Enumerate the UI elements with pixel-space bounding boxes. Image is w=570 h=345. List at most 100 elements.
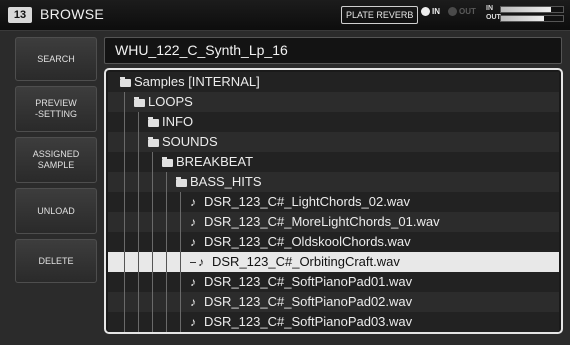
tree-guide-line (138, 272, 139, 292)
tree-item-label: DSR_123_C#_SoftPianoPad01.wav (204, 274, 413, 289)
selection-connector (190, 262, 196, 264)
tree-item-label: DSR_123_C#_SoftPianoPad03.wav (204, 314, 413, 329)
tree-guide-line (124, 92, 125, 112)
tree-row-content: BASS_HITS (176, 172, 262, 192)
tree-row-content: SOUNDS (148, 132, 218, 152)
tree-guide-line (152, 212, 153, 232)
folder-icon (148, 117, 159, 127)
page-title: BROWSE (40, 6, 105, 22)
output-indicator: OUT (448, 7, 476, 17)
tree-guide-line (166, 312, 167, 332)
tree-guide-line (152, 312, 153, 332)
scene-number-badge: 13 (8, 7, 32, 23)
tree-guide-line (138, 192, 139, 212)
input-dot-icon (421, 7, 430, 17)
tree-folder-row[interactable]: SOUNDS (108, 132, 559, 152)
input-indicator: IN (421, 7, 440, 17)
tree-item-label: LOOPS (148, 94, 193, 109)
tree-guide-line (138, 292, 139, 312)
tree-guide-line (180, 192, 181, 212)
input-level-meter (500, 6, 564, 13)
tree-guide-line (166, 292, 167, 312)
folder-icon (120, 77, 131, 87)
tree-guide-line (124, 172, 125, 192)
tree-guide-line (152, 292, 153, 312)
tree-guide-line (124, 312, 125, 332)
music-note-icon: ♪ (198, 255, 204, 269)
tree-folder-row[interactable]: LOOPS (108, 92, 559, 112)
tree-guide-line (166, 272, 167, 292)
tree-guide-line (166, 252, 167, 272)
tree-file-row[interactable]: ♪ DSR_123_C#_OldskoolChords.wav (108, 232, 559, 252)
tree-row-content: LOOPS (134, 92, 193, 112)
file-tree[interactable]: Samples [INTERNAL] LOOPS INFO SOUNDS BREAKBE… (104, 68, 563, 334)
tree-guide-line (124, 132, 125, 152)
tree-file-row[interactable]: ♪ DSR_123_C#_LightChords_02.wav (108, 192, 559, 212)
meter-in-label: IN (486, 5, 493, 12)
tree-folder-row[interactable]: BASS_HITS (108, 172, 559, 192)
tree-item-label: DSR_123_C#_MoreLightChords_01.wav (204, 214, 440, 229)
tree-item-label: DSR_123_C#_OrbitingCraft.wav (212, 254, 400, 269)
tree-folder-row[interactable]: Samples [INTERNAL] (108, 72, 559, 92)
output-level-meter (500, 15, 564, 22)
tree-guide-line (138, 232, 139, 252)
tree-guide-line (138, 132, 139, 152)
tree-item-label: BASS_HITS (190, 174, 262, 189)
current-path-text: WHU_122_C_Synth_Lp_16 (115, 42, 288, 58)
tree-guide-line (124, 252, 125, 272)
tree-file-row[interactable]: ♪ DSR_123_C#_OrbitingCraft.wav (108, 252, 559, 272)
tree-folder-row[interactable]: INFO (108, 112, 559, 132)
tree-guide-line (152, 232, 153, 252)
tree-guide-line (180, 212, 181, 232)
tree-item-label: INFO (162, 114, 194, 129)
folder-icon (148, 137, 159, 147)
tree-guide-line (152, 192, 153, 212)
tree-guide-line (166, 232, 167, 252)
tree-guide-line (152, 152, 153, 172)
unload-button[interactable]: UNLOAD (15, 188, 97, 234)
search-button[interactable]: SEARCH (15, 37, 97, 81)
tree-guide-line (152, 272, 153, 292)
music-note-icon: ♪ (190, 315, 196, 329)
tree-item-label: SOUNDS (162, 134, 218, 149)
tree-file-row[interactable]: ♪ DSR_123_C#_SoftPianoPad01.wav (108, 272, 559, 292)
tree-guide-line (138, 252, 139, 272)
tree-row-content: ♪ DSR_123_C#_OldskoolChords.wav (190, 232, 411, 252)
output-dot-icon (448, 7, 457, 17)
tree-item-label: DSR_123_C#_SoftPianoPad02.wav (204, 294, 413, 309)
tree-guide-line (138, 312, 139, 332)
tree-guide-line (166, 212, 167, 232)
top-bar: 13 BROWSE PLATE REVERB IN OUT IN OUT (0, 0, 570, 31)
tree-guide-line (124, 232, 125, 252)
tree-file-row[interactable]: ♪ DSR_123_C#_MoreLightChords_01.wav (108, 212, 559, 232)
tree-guide-line (124, 112, 125, 132)
folder-icon (176, 177, 187, 187)
preview-setting-button[interactable]: PREVIEW -SETTING (15, 86, 97, 132)
delete-button[interactable]: DELETE (15, 239, 97, 283)
tree-item-label: DSR_123_C#_LightChords_02.wav (204, 194, 410, 209)
tree-row-content: Samples [INTERNAL] (120, 72, 260, 92)
tree-row-content: ♪ DSR_123_C#_SoftPianoPad03.wav (190, 312, 412, 332)
tree-row-content: ♪ DSR_123_C#_SoftPianoPad01.wav (190, 272, 412, 292)
tree-guide-line (124, 272, 125, 292)
tree-guide-line (166, 192, 167, 212)
folder-icon (134, 97, 145, 107)
music-note-icon: ♪ (190, 235, 196, 249)
meter-out-label: OUT (486, 14, 501, 21)
fx-badge[interactable]: PLATE REVERB (341, 6, 419, 24)
tree-guide-line (138, 152, 139, 172)
tree-file-row[interactable]: ♪ DSR_123_C#_SoftPianoPad02.wav (108, 292, 559, 312)
tree-file-row[interactable]: ♪ DSR_123_C#_SoftPianoPad03.wav (108, 312, 559, 332)
tree-guide-line (180, 232, 181, 252)
assigned-sample-button[interactable]: ASSIGNED SAMPLE (15, 137, 97, 183)
current-path-field[interactable]: WHU_122_C_Synth_Lp_16 (104, 37, 562, 64)
tree-guide-line (124, 152, 125, 172)
tree-folder-row[interactable]: BREAKBEAT (108, 152, 559, 172)
tree-guide-line (124, 292, 125, 312)
tree-guide-line (180, 312, 181, 332)
tree-row-content: BREAKBEAT (162, 152, 253, 172)
tree-item-label: BREAKBEAT (176, 154, 254, 169)
tree-guide-line (180, 252, 181, 272)
tree-row-content: ♪ DSR_123_C#_LightChords_02.wav (190, 192, 410, 212)
tree-item-label: DSR_123_C#_OldskoolChords.wav (204, 234, 411, 249)
